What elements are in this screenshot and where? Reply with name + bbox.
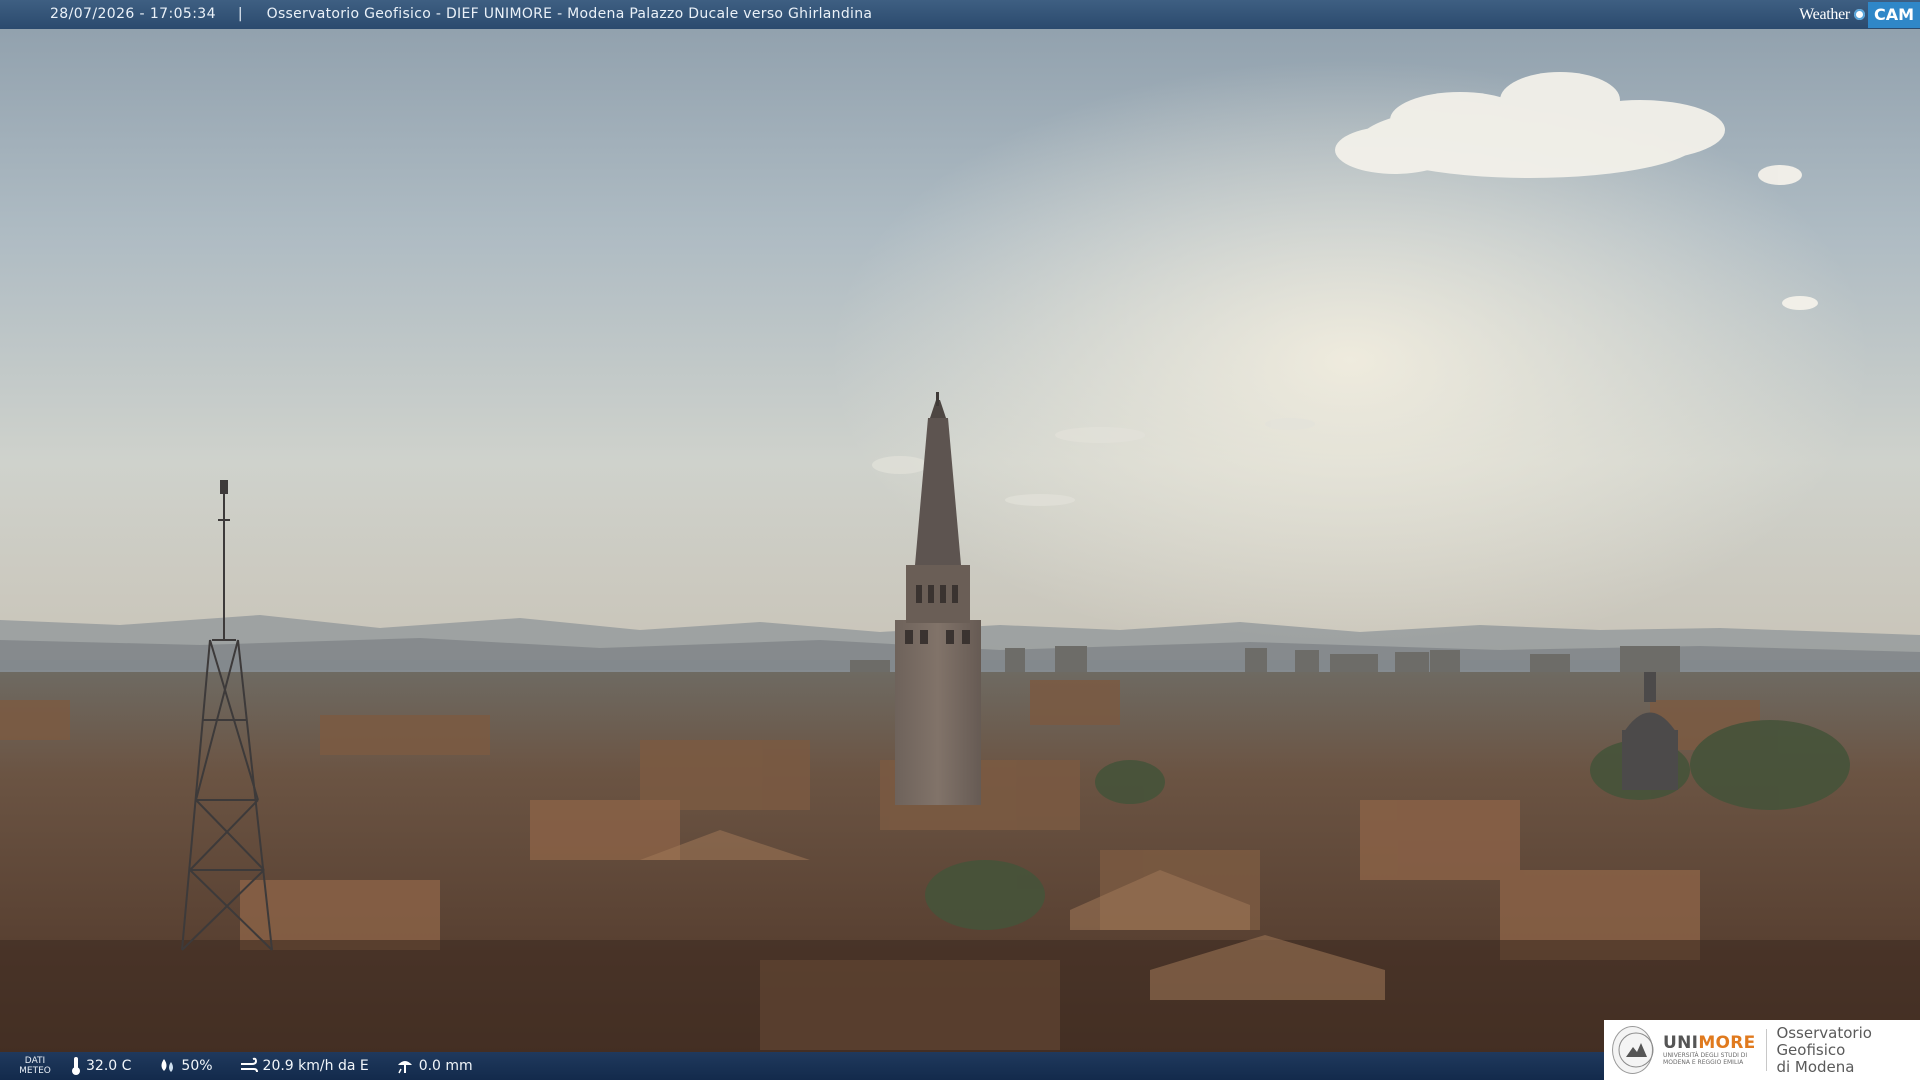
humidity-reading: 50%	[157, 1057, 213, 1075]
unimore-name: UNIMORE	[1663, 1034, 1756, 1052]
unimore-wordmark: UNIMORE UNIVERSITÀ DEGLI STUDI DI MODENA…	[1663, 1034, 1756, 1066]
wind-value: 20.9 km/h da E	[262, 1058, 369, 1074]
thermometer-icon	[72, 1057, 80, 1075]
rain-reading: 0.0 mm	[395, 1057, 473, 1075]
uni-text: UNI	[1663, 1033, 1699, 1053]
logo-divider	[1765, 1029, 1767, 1071]
cam-word: CAM	[1867, 1, 1920, 28]
weathercam-logo: Weather CAM	[1799, 0, 1920, 29]
temperature-reading: 32.0 C	[70, 1056, 131, 1076]
observatory-name: Osservatorio Geofisico di Modena	[1776, 1023, 1920, 1076]
weather-data-bar: DATI METEO 32.0 C 50% 20.9 km/h da E 0.0…	[0, 1052, 1604, 1080]
unimore-subtitle: UNIVERSITÀ DEGLI STUDI DI MODENA E REGGI…	[1663, 1052, 1748, 1066]
rain-value: 0.0 mm	[418, 1058, 473, 1074]
camera-lens-icon	[1853, 9, 1865, 20]
droplets-icon	[161, 1059, 174, 1072]
university-seal-icon	[1612, 1026, 1654, 1074]
wind-reading: 20.9 km/h da E	[239, 1057, 369, 1075]
more-text: MORE	[1698, 1033, 1756, 1053]
meteo-label: METEO	[19, 1066, 51, 1076]
observatory-line-2: di Modena	[1776, 1057, 1855, 1076]
separator: |	[237, 6, 243, 22]
timestamp: 28/07/2026 - 17:05:34	[50, 6, 216, 22]
dati-meteo-label: DATI METEO	[0, 1056, 70, 1076]
top-info-bar: 28/07/2026 - 17:05:34 | Osservatorio Geo…	[0, 0, 1920, 29]
webcam-image	[0, 0, 1920, 1080]
humidity-value: 50%	[181, 1058, 213, 1074]
wind-icon	[240, 1057, 258, 1073]
dati-label: DATI	[24, 1056, 46, 1066]
camera-title: Osservatorio Geofisico - DIEF UNIMORE - …	[266, 6, 873, 22]
unimore-logo-box: UNIMORE UNIVERSITÀ DEGLI STUDI DI MODENA…	[1604, 1020, 1920, 1080]
temperature-value: 32.0 C	[86, 1058, 132, 1074]
rain-gauge-icon	[397, 1061, 412, 1074]
weather-word: Weather	[1799, 6, 1850, 23]
observatory-line-1: Osservatorio Geofisico	[1776, 1023, 1872, 1059]
